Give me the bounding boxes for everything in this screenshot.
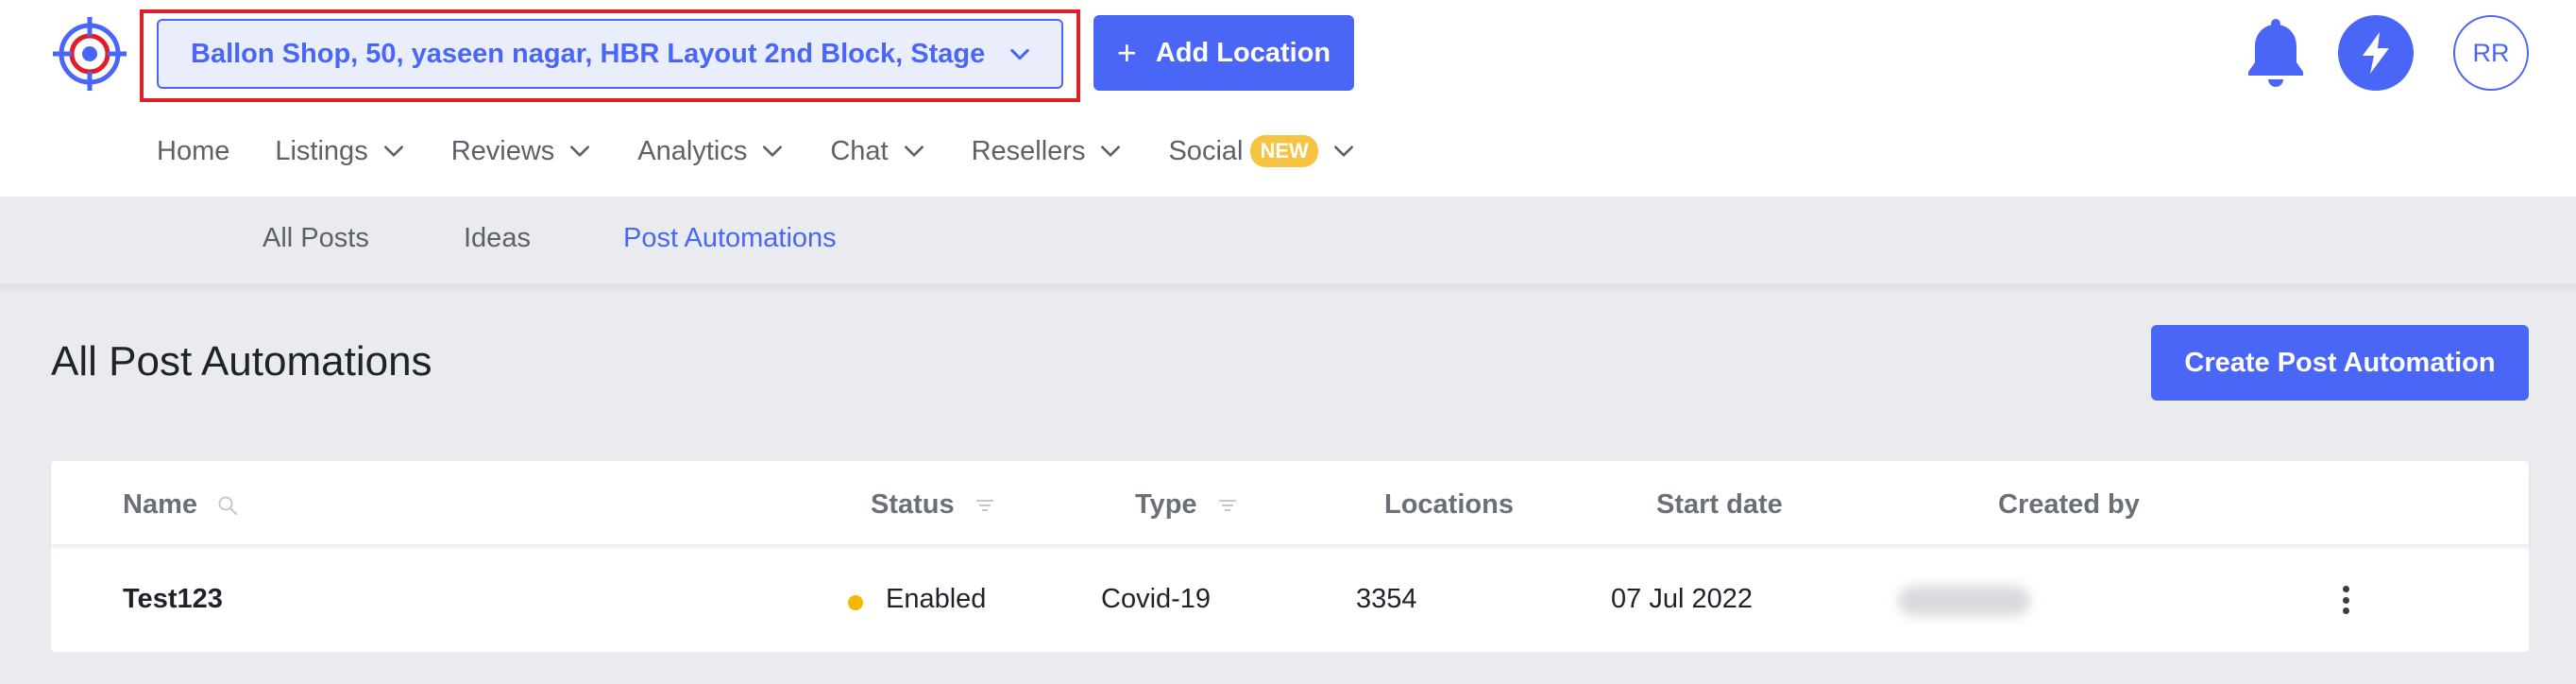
create-post-automation-button[interactable]: Create Post Automation — [2151, 325, 2529, 401]
page-title: All Post Automations — [51, 338, 432, 385]
user-avatar[interactable]: RR — [2453, 15, 2529, 91]
column-header-status: Status — [871, 489, 996, 521]
column-header-start-date: Start date — [1656, 489, 1783, 521]
column-header-label: Start date — [1656, 489, 1783, 520]
nav-item-reviews[interactable]: Reviews — [451, 136, 593, 167]
tab-post-automations[interactable]: Post Automations — [623, 223, 837, 254]
filter-icon[interactable] — [1216, 494, 1239, 517]
chevron-down-icon — [1010, 48, 1029, 60]
new-badge: NEW — [1250, 135, 1318, 167]
nav-item-label: Home — [157, 135, 230, 166]
column-header-label: Status — [871, 489, 955, 520]
add-location-label: Add Location — [1155, 37, 1331, 68]
nav-item-label: Chat — [830, 135, 889, 166]
tab-ideas[interactable]: Ideas — [464, 223, 531, 254]
filter-icon[interactable] — [974, 494, 996, 517]
column-header-label: Name — [123, 489, 197, 520]
chevron-down-icon — [1333, 145, 1353, 157]
chevron-down-icon — [1101, 145, 1121, 157]
nav-item-home[interactable]: Home — [157, 136, 229, 167]
nav-item-label: Analytics — [637, 135, 748, 166]
target-logo-icon[interactable] — [51, 15, 128, 93]
location-selector-value: Ballon Shop, 50, yaseen nagar, HBR Layou… — [191, 38, 991, 69]
automation-status: Enabled — [886, 584, 987, 614]
sub-nav: All Posts Ideas Post Automations — [0, 197, 2576, 285]
search-icon[interactable] — [216, 494, 239, 517]
automation-type: Covid-19 — [1101, 584, 1212, 614]
chevron-down-icon — [904, 145, 924, 157]
column-header-label: Locations — [1384, 489, 1514, 520]
location-selector[interactable]: Ballon Shop, 50, yaseen nagar, HBR Layou… — [157, 19, 1063, 89]
tab-all-posts[interactable]: All Posts — [263, 223, 369, 254]
chevron-down-icon — [383, 145, 403, 157]
plus-icon: + — [1116, 33, 1137, 72]
table-header: Name Status Type Locations Start date Cr… — [51, 461, 2529, 546]
nav-item-resellers[interactable]: Resellers — [972, 136, 1124, 167]
nav-item-analytics[interactable]: Analytics — [637, 136, 785, 167]
chevron-down-icon — [570, 145, 590, 157]
automation-locations: 3354 — [1356, 584, 1417, 614]
quick-actions-button[interactable] — [2338, 15, 2414, 91]
lightning-icon — [2363, 32, 2389, 74]
status-dot — [848, 595, 863, 610]
nav-item-listings[interactable]: Listings — [275, 136, 405, 167]
subnav-divider — [0, 285, 2576, 295]
automation-start-date: 07 Jul 2022 — [1611, 584, 1753, 614]
column-header-name: Name — [123, 489, 239, 521]
column-header-locations: Locations — [1384, 489, 1514, 521]
column-header-created-by: Created by — [1998, 489, 2140, 521]
created-by-redacted — [1898, 586, 2030, 616]
nav-item-label: Social — [1168, 135, 1244, 166]
column-header-type: Type — [1135, 489, 1239, 521]
column-header-label: Created by — [1998, 489, 2140, 520]
column-header-label: Type — [1135, 489, 1197, 520]
bell-icon[interactable] — [2244, 19, 2308, 89]
nav-item-chat[interactable]: Chat — [830, 136, 925, 167]
nav-item-label: Resellers — [971, 135, 1086, 166]
automations-table: Name Status Type Locations Start date Cr… — [51, 461, 2529, 652]
add-location-button[interactable]: + Add Location — [1093, 15, 1354, 91]
chevron-down-icon — [763, 145, 783, 157]
main-nav: Home Listings Reviews Analytics Chat Res… — [157, 130, 1401, 172]
automation-name[interactable]: Test123 — [123, 584, 223, 615]
top-header: Ballon Shop, 50, yaseen nagar, HBR Layou… — [0, 0, 2576, 197]
row-more-options-icon[interactable] — [2334, 580, 2357, 620]
nav-item-label: Reviews — [450, 135, 555, 166]
table-row[interactable]: Test123 Enabled Covid-19 3354 07 Jul 202… — [51, 548, 2529, 652]
nav-item-label: Listings — [275, 135, 368, 166]
nav-item-social[interactable]: Social NEW — [1168, 135, 1355, 167]
